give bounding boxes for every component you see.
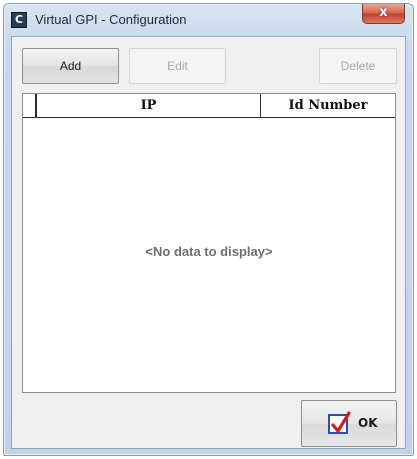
title-bar[interactable]: C Virtual GPI - Configuration x: [4, 4, 413, 36]
dialog-body: Add Edit Delete IP Id Number <No data to…: [11, 36, 406, 449]
close-icon: x: [379, 5, 388, 20]
data-grid[interactable]: IP Id Number <No data to display>: [22, 93, 396, 393]
ok-button[interactable]: OK: [301, 400, 397, 447]
ok-label: OK: [358, 416, 378, 430]
grid-header: IP Id Number: [23, 94, 395, 118]
column-header-ip[interactable]: IP: [37, 94, 261, 117]
checkbox-checked-icon: [328, 411, 351, 434]
empty-grid-message: <No data to display>: [145, 244, 273, 259]
column-header-id-number[interactable]: Id Number: [261, 94, 395, 117]
delete-button[interactable]: Delete: [319, 48, 397, 84]
window-title: Virtual GPI - Configuration: [35, 12, 187, 27]
dialog-window: C Virtual GPI - Configuration x Add Edit…: [3, 3, 414, 456]
app-icon: C: [11, 12, 27, 28]
edit-button[interactable]: Edit: [129, 48, 226, 84]
add-button[interactable]: Add: [22, 48, 119, 84]
close-button[interactable]: x: [362, 4, 405, 24]
row-indicator-header: [23, 94, 37, 117]
